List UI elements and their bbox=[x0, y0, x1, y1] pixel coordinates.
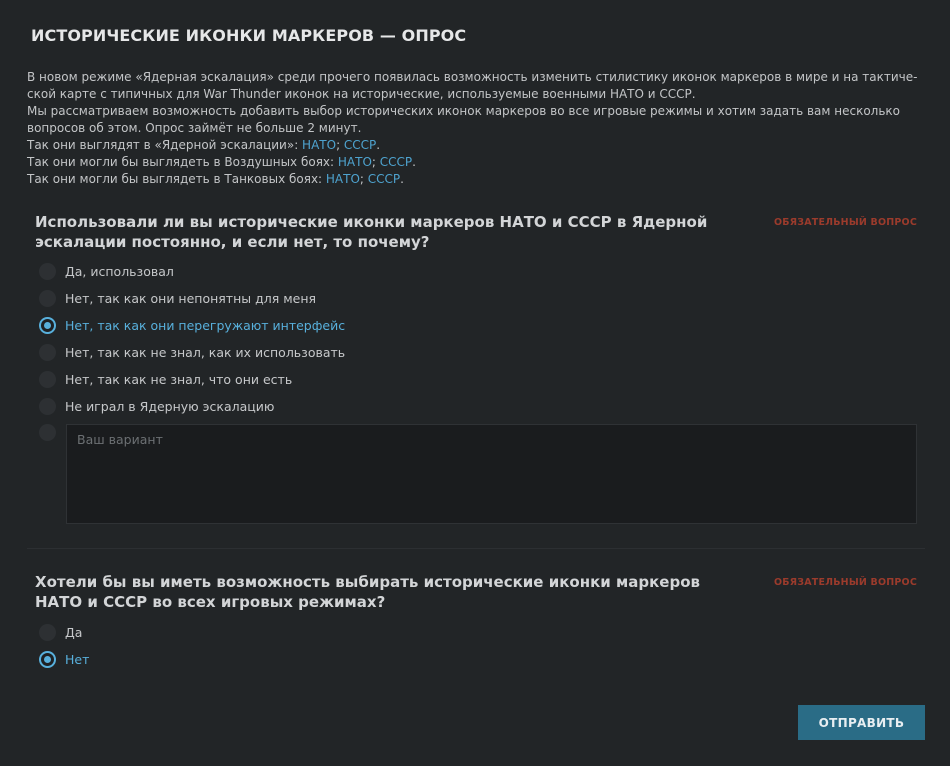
q2-option-yes[interactable]: Да bbox=[39, 622, 82, 642]
line-end: . bbox=[376, 138, 381, 152]
q1-option-used[interactable]: Да, использовал bbox=[39, 261, 174, 281]
link-nuclear-nato[interactable]: НАТО bbox=[302, 138, 336, 152]
link-tank-ussr[interactable]: СССР bbox=[368, 172, 400, 186]
option-label: Нет, так как они перегружают интерфейс bbox=[65, 317, 346, 333]
radio-button[interactable] bbox=[39, 370, 56, 388]
survey-window: ИСТОРИЧЕСКИЕ ИКОНКИ МАРКЕРОВ — ОПРОС В н… bbox=[0, 0, 950, 766]
line-end: . bbox=[412, 155, 416, 169]
intro-nuclear-text: Так они выглядят в «Ядерной эскалации»: bbox=[27, 138, 303, 152]
option-label: Нет, так как не знал, что они есть bbox=[65, 371, 293, 387]
q1-option-didnt-know-how[interactable]: Нет, так как не знал, как их использоват… bbox=[39, 342, 345, 362]
option-label: Нет, так как они непонятны для меня bbox=[65, 290, 317, 306]
radio-button[interactable] bbox=[39, 343, 56, 361]
link-separator: ; bbox=[336, 138, 344, 152]
radio-button[interactable] bbox=[39, 289, 56, 307]
intro-air-text: Так они могли бы выглядеть в Воздушных б… bbox=[27, 155, 338, 169]
radio-button[interactable] bbox=[39, 316, 56, 334]
question-divider bbox=[27, 548, 925, 549]
radio-button[interactable] bbox=[39, 397, 56, 415]
link-tank-nato[interactable]: НАТО bbox=[326, 172, 360, 186]
option-label: Нет bbox=[65, 651, 90, 667]
intro-line-tank: Так они могли бы выглядеть в Танковых бо… bbox=[27, 171, 927, 188]
question-2-text: Хотели бы вы иметь возможность выбирать … bbox=[35, 573, 700, 611]
survey-intro: В новом режиме «Ядерная эскалация» среди… bbox=[27, 69, 927, 188]
q1-option-didnt-play[interactable]: Не играл в Ядерную эскалацию bbox=[39, 396, 274, 416]
q1-option-unclear[interactable]: Нет, так как они непонятны для меня bbox=[39, 288, 316, 308]
link-separator: ; bbox=[371, 155, 380, 169]
question-1-text: Использовали ли вы исторические иконки м… bbox=[35, 213, 708, 251]
option-label: Нет, так как не знал, как их использоват… bbox=[65, 344, 346, 360]
radio-button[interactable] bbox=[39, 262, 56, 280]
option-label: Да bbox=[65, 624, 83, 640]
option-label: Не играл в Ядерную эскалацию bbox=[65, 398, 275, 414]
link-nuclear-ussr[interactable]: СССР bbox=[344, 138, 376, 152]
q1-option-didnt-know-exist[interactable]: Нет, так как не знал, что они есть bbox=[39, 369, 292, 389]
link-air-nato[interactable]: НАТО bbox=[338, 155, 372, 169]
radio-button[interactable] bbox=[39, 650, 56, 668]
q2-option-no[interactable]: Нет bbox=[39, 649, 89, 669]
link-air-ussr[interactable]: СССР bbox=[380, 155, 412, 169]
required-badge-q2: ОБЯЗАТЕЛЬНЫЙ ВОПРОС bbox=[774, 577, 917, 588]
q1-other-input[interactable] bbox=[66, 424, 917, 524]
intro-line-air: Так они могли бы выглядеть в Воздушных б… bbox=[27, 154, 927, 171]
intro-line-2: Мы рассматриваем возможность добавить вы… bbox=[27, 104, 901, 135]
submit-button[interactable]: ОТПРАВИТЬ bbox=[798, 705, 925, 740]
radio-button[interactable] bbox=[39, 623, 56, 641]
link-separator: ; bbox=[359, 172, 368, 186]
option-label: Да, использовал bbox=[65, 263, 174, 279]
intro-tank-text: Так они могли бы выглядеть в Танковых бо… bbox=[27, 172, 326, 186]
line-end: . bbox=[400, 172, 404, 186]
page-title: ИСТОРИЧЕСКИЕ ИКОНКИ МАРКЕРОВ — ОПРОС bbox=[31, 26, 467, 45]
q1-other-radio[interactable] bbox=[39, 424, 56, 441]
intro-line-nuclear: Так они выглядят в «Ядерной эскалации»: … bbox=[27, 137, 927, 154]
q1-option-overload[interactable]: Нет, так как они перегружают интерфейс bbox=[39, 315, 345, 335]
required-badge-q1: ОБЯЗАТЕЛЬНЫЙ ВОПРОС bbox=[774, 217, 917, 228]
intro-line-1: В новом режиме «Ядерная эскалация» среди… bbox=[27, 70, 918, 101]
